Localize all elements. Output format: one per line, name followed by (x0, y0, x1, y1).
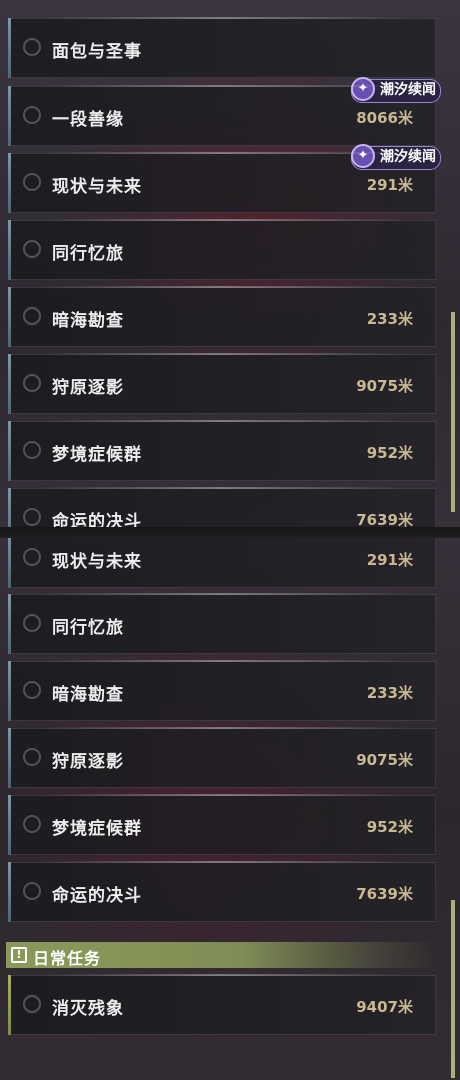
screenshot-divider (0, 527, 460, 538)
quest-name: 面包与圣事 (52, 42, 142, 62)
daily-quests-header[interactable]: ! 日常任务 (6, 942, 436, 968)
quest-distance: 291米 (366, 551, 413, 569)
quest-badge-label: 潮汐续闻 (380, 82, 436, 98)
quest-name: 命运的决斗 (52, 886, 142, 906)
quest-name: 现状与未来 (52, 177, 142, 197)
quest-item[interactable]: 同行忆旅 (8, 593, 436, 654)
quest-status-circle-icon (23, 441, 41, 459)
quest-item[interactable]: 梦境症候群 952米 (8, 420, 436, 481)
scrollbar[interactable] (451, 312, 455, 512)
quest-status-circle-icon (23, 548, 41, 566)
quest-status-circle-icon (23, 374, 41, 392)
quest-badge: ✦ 潮汐续闻 (351, 144, 441, 170)
quest-status-circle-icon (23, 38, 41, 56)
quest-item[interactable]: 暗海勘查 233米 (8, 660, 436, 721)
quest-name: 同行忆旅 (52, 618, 124, 638)
quest-distance: 9407米 (356, 998, 413, 1016)
quest-distance: 952米 (366, 818, 413, 836)
quest-status-circle-icon (23, 106, 41, 124)
quest-distance: 233米 (366, 684, 413, 702)
quest-item[interactable]: 狩原逐影 9075米 (8, 353, 436, 414)
quest-name: 狩原逐影 (52, 378, 124, 398)
scrollbar[interactable] (451, 900, 455, 1078)
quest-name: 梦境症候群 (52, 445, 142, 465)
quest-item[interactable]: 现状与未来 291米 (8, 538, 436, 588)
quest-distance: 8066米 (356, 109, 413, 127)
section-title: 日常任务 (33, 949, 102, 968)
quest-item-daily[interactable]: 消灭残象 9407米 (8, 974, 436, 1035)
quest-item[interactable]: 命运的决斗 7639米 (8, 487, 436, 527)
tide-sparkle-icon: ✦ (351, 77, 375, 101)
quest-item[interactable]: 梦境症候群 952米 (8, 794, 436, 855)
quest-name: 暗海勘查 (52, 685, 124, 705)
quest-distance: 291米 (366, 176, 413, 194)
quest-badge-label: 潮汐续闻 (380, 149, 436, 165)
quest-distance: 9075米 (356, 377, 413, 395)
quest-item[interactable]: 暗海勘查 233米 (8, 286, 436, 347)
quest-status-circle-icon (23, 681, 41, 699)
exclamation-box-icon: ! (11, 947, 27, 963)
quest-name: 一段善缘 (52, 110, 124, 130)
quest-name: 同行忆旅 (52, 244, 124, 264)
quest-name: 狩原逐影 (52, 752, 124, 772)
quest-status-circle-icon (23, 882, 41, 900)
quest-list-panel-top: 面包与圣事 一段善缘 8066米 ✦ 潮汐续闻 现状与未来 291米 ✦ 潮汐续… (0, 0, 460, 527)
quest-distance: 233米 (366, 310, 413, 328)
quest-badge: ✦ 潮汐续闻 (351, 77, 441, 103)
quest-status-circle-icon (23, 614, 41, 632)
quest-item[interactable]: 同行忆旅 (8, 219, 436, 280)
quest-distance: 7639米 (356, 511, 413, 527)
quest-status-circle-icon (23, 748, 41, 766)
tide-sparkle-icon: ✦ (351, 144, 375, 168)
quest-name: 消灭残象 (52, 999, 124, 1019)
quest-status-circle-icon (23, 307, 41, 325)
quest-distance: 952米 (366, 444, 413, 462)
quest-name: 命运的决斗 (52, 512, 142, 527)
quest-item[interactable]: 狩原逐影 9075米 (8, 727, 436, 788)
quest-item[interactable]: 命运的决斗 7639米 (8, 861, 436, 922)
quest-status-circle-icon (23, 815, 41, 833)
quest-status-circle-icon (23, 508, 41, 526)
quest-status-circle-icon (23, 173, 41, 191)
quest-item[interactable]: 一段善缘 8066米 ✦ 潮汐续闻 (8, 77, 441, 146)
quest-distance: 9075米 (356, 751, 413, 769)
quest-status-circle-icon (23, 240, 41, 258)
quest-name: 梦境症候群 (52, 819, 142, 839)
quest-name: 暗海勘查 (52, 311, 124, 331)
quest-distance: 7639米 (356, 885, 413, 903)
quest-name: 现状与未来 (52, 552, 142, 572)
quest-item[interactable]: 面包与圣事 (8, 17, 436, 78)
quest-status-circle-icon (23, 995, 41, 1013)
quest-item[interactable]: 现状与未来 291米 ✦ 潮汐续闻 (8, 144, 441, 213)
